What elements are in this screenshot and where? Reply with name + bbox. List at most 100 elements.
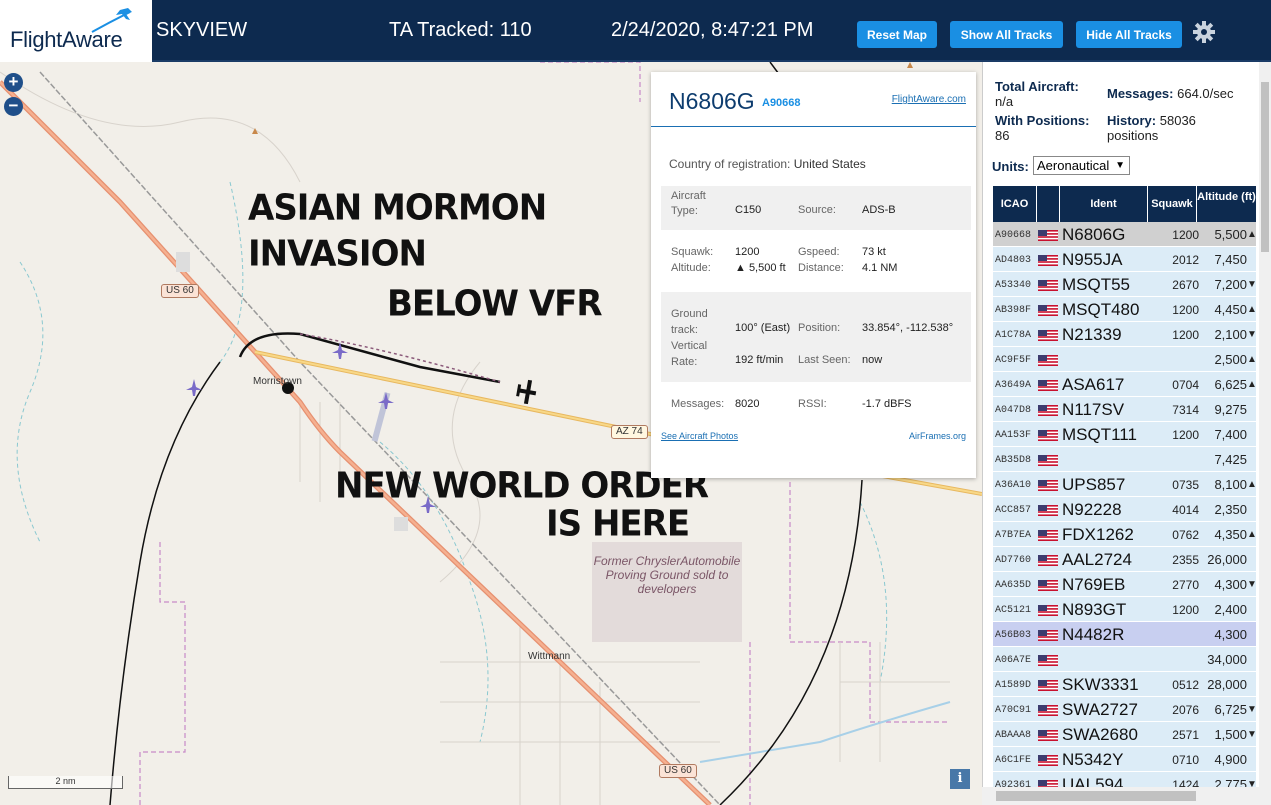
us-flag-icon: [1038, 728, 1058, 741]
row-vertical-trend: ▼: [1247, 279, 1257, 290]
road-shield-us60-south: US 60: [659, 764, 697, 778]
row-altitude: 8,100: [1214, 477, 1247, 492]
country-label: Country of registration:: [669, 157, 791, 171]
reset-map-button[interactable]: Reset Map: [857, 21, 937, 48]
us-flag-icon: [1038, 503, 1058, 516]
info-button[interactable]: i: [950, 769, 970, 789]
messages-block: Messages: 8020 RSSI: -1.7 dBFS: [661, 398, 971, 414]
row-squawk: 0710: [1172, 753, 1199, 767]
row-vertical-trend: ▼: [1247, 329, 1257, 340]
table-row[interactable]: A3649A ASA617 0704 6,625 ▲: [993, 372, 1257, 397]
row-icao: A6C1FE: [995, 755, 1032, 766]
row-squawk: 0512: [1172, 678, 1199, 692]
row-altitude: 6,625: [1214, 377, 1247, 392]
distance-value: 4.1 NM: [862, 262, 898, 274]
table-row[interactable]: ABAAA8 SWA2680 2571 1,500 ▼: [993, 722, 1257, 747]
row-icao: AA153F: [995, 430, 1032, 441]
popup-icao[interactable]: A90668: [762, 97, 801, 109]
row-altitude: 2,100: [1214, 327, 1247, 342]
table-row[interactable]: A1C78A N21339 1200 2,100 ▼: [993, 322, 1257, 347]
table-row[interactable]: A1589D SKW3331 0512 28,000: [993, 672, 1256, 697]
column-flag: [1037, 186, 1059, 222]
row-vertical-trend: ▲: [1247, 529, 1257, 540]
row-altitude: 26,000: [1207, 552, 1247, 567]
row-vertical-trend: ▼: [1247, 729, 1257, 740]
table-row[interactable]: AD4803 N955JA 2012 7,450: [993, 247, 1256, 272]
row-vertical-trend: ▼: [1247, 704, 1257, 715]
table-row[interactable]: A7B7EA FDX1262 0762 4,350 ▲: [993, 522, 1257, 547]
row-ident: UPS857: [1062, 475, 1126, 494]
table-row[interactable]: AB35D8 7,425: [993, 447, 1256, 472]
row-icao: AC9F5F: [995, 355, 1032, 366]
row-squawk: 1200: [1172, 303, 1199, 317]
vertical-scroll-thumb[interactable]: [1261, 82, 1269, 252]
horizontal-scrollbar[interactable]: [982, 787, 1271, 805]
altitude-label: Altitude:: [671, 262, 711, 274]
positions-value: 86: [995, 128, 1010, 143]
row-ident: MSQT55: [1062, 275, 1131, 294]
flightaware-link[interactable]: FlightAware.com: [892, 94, 966, 105]
table-row[interactable]: A70C91 SWA2727 2076 6,725 ▼: [993, 697, 1257, 722]
row-altitude: 4,900: [1214, 752, 1247, 767]
table-row[interactable]: AC9F5F 2,500 ▲: [993, 347, 1257, 372]
gear-icon[interactable]: [1192, 20, 1216, 44]
row-icao: A70C91: [995, 705, 1032, 716]
table-row[interactable]: A53340 MSQT55 2670 7,200 ▼: [993, 272, 1257, 297]
row-vertical-trend: ▲: [1247, 354, 1257, 365]
messages-rate-value: 664.0/sec: [1177, 86, 1234, 101]
flightaware-logo[interactable]: FlightAware: [0, 0, 152, 62]
row-altitude: 34,000: [1207, 652, 1247, 667]
airframes-link[interactable]: AirFrames.org: [909, 431, 966, 441]
row-icao: AD4803: [995, 255, 1032, 266]
zoom-out-button[interactable]: −: [4, 97, 23, 116]
us-flag-icon: [1038, 703, 1058, 716]
overlay-text-line1: ASIAN MORMON: [248, 187, 547, 229]
column-icao[interactable]: ICAO: [993, 186, 1036, 222]
row-icao: A53340: [995, 280, 1032, 291]
us-flag-icon: [1038, 228, 1058, 241]
row-squawk: 0704: [1172, 378, 1199, 392]
us-flag-icon: [1038, 653, 1058, 666]
table-row[interactable]: ACC857 N92228 4014 2,350: [993, 497, 1256, 522]
row-altitude: 9,275: [1214, 402, 1247, 417]
total-aircraft-value: n/a: [995, 94, 1014, 109]
row-ident: N6806G: [1062, 225, 1126, 244]
table-row[interactable]: A56B03 N4482R 4,300: [993, 622, 1256, 647]
table-row[interactable]: A90668 N6806G 1200 5,500 ▲: [993, 222, 1257, 247]
table-row[interactable]: A047D8 N117SV 7314 9,275: [993, 397, 1256, 422]
total-aircraft-stat: Total Aircraft: n/a: [995, 79, 1079, 109]
tracked-count: TA Tracked: 110: [389, 19, 532, 41]
row-ident: N955JA: [1062, 250, 1123, 269]
table-row[interactable]: AA153F MSQT111 1200 7,400: [993, 422, 1256, 447]
us-flag-icon: [1038, 278, 1058, 291]
table-row[interactable]: A36A10 UPS857 0735 8,100 ▲: [993, 472, 1257, 497]
zoom-in-button[interactable]: +: [4, 73, 23, 92]
hide-all-tracks-button[interactable]: Hide All Tracks: [1076, 21, 1182, 48]
squawk-block: Squawk: 1200 Altitude: ▲ 5,500 ft Gspeed…: [661, 244, 971, 280]
table-row[interactable]: AD7760 AAL2724 2355 26,000: [993, 547, 1256, 572]
row-altitude: 4,300: [1214, 577, 1247, 592]
row-altitude: 1,500: [1214, 727, 1247, 742]
row-altitude: 2,500: [1214, 352, 1247, 367]
show-all-tracks-button[interactable]: Show All Tracks: [950, 21, 1063, 48]
table-row[interactable]: AA635D N769EB 2770 4,300 ▼: [993, 572, 1257, 597]
column-ident[interactable]: Ident: [1060, 186, 1147, 222]
row-vertical-trend: ▲: [1247, 379, 1257, 390]
units-select[interactable]: Aeronautical ▼: [1033, 156, 1130, 175]
table-row[interactable]: AB398F MSQT480 1200 4,450 ▲: [993, 297, 1257, 322]
row-ident: AAL2724: [1062, 550, 1132, 569]
position-label: Position:: [798, 322, 841, 334]
horizontal-scroll-thumb[interactable]: [996, 791, 1196, 801]
table-row[interactable]: AC5121 N893GT 1200 2,400: [993, 597, 1256, 622]
messages-label: Messages:: [671, 398, 725, 410]
table-row[interactable]: A06A7E 34,000: [993, 647, 1256, 672]
vertical-scrollbar[interactable]: [1259, 62, 1271, 787]
aircraft-type-label: Aircraft Type:: [671, 190, 706, 217]
row-squawk: 0762: [1172, 528, 1199, 542]
table-row[interactable]: A6C1FE N5342Y 0710 4,900: [993, 747, 1256, 772]
us-flag-icon: [1038, 428, 1058, 441]
aircraft-photos-link[interactable]: See Aircraft Photos: [661, 431, 738, 441]
column-squawk[interactable]: Squawk: [1148, 186, 1196, 222]
column-altitude[interactable]: Altitude (ft): [1197, 186, 1256, 222]
us-flag-icon: [1038, 253, 1058, 266]
